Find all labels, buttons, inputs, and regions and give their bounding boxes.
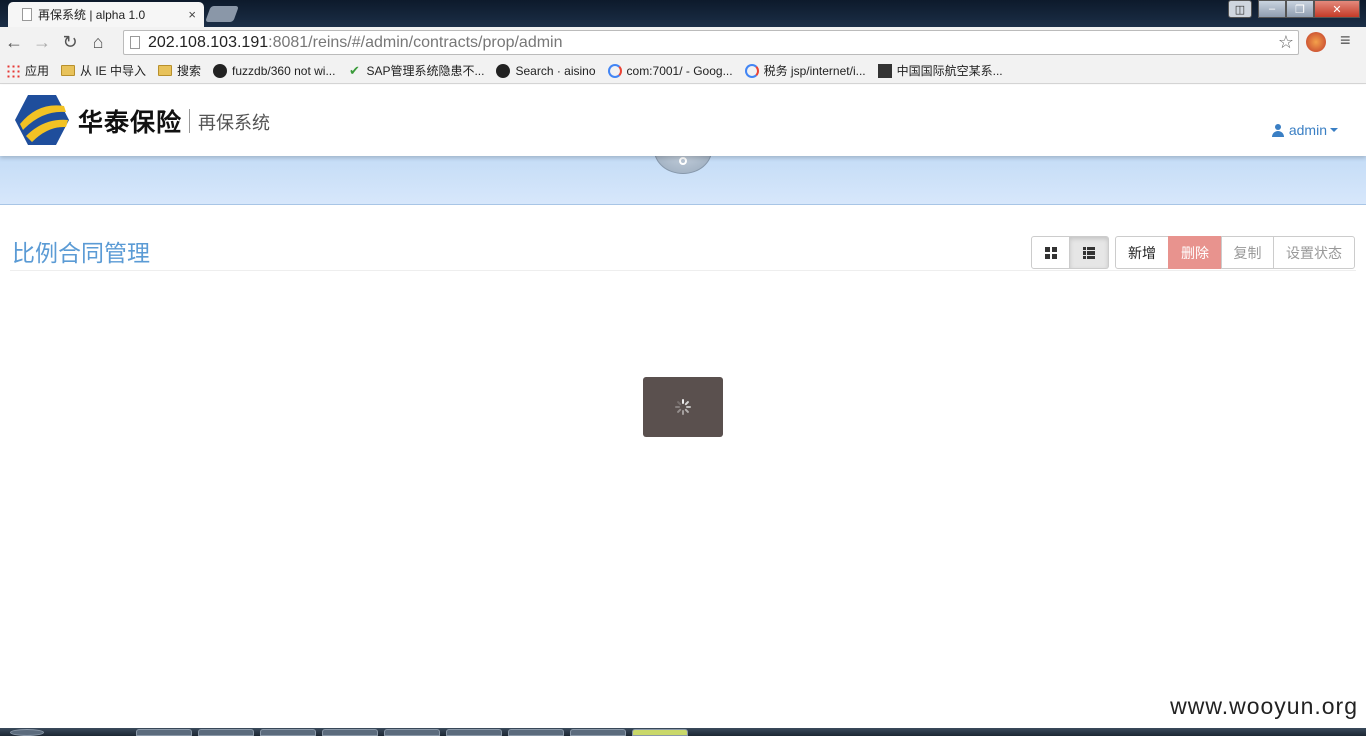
bookmark-fuzzdb[interactable]: fuzzdb/360 not wi... <box>213 63 335 78</box>
github-icon <box>213 63 228 78</box>
list-view-button[interactable] <box>1070 236 1109 269</box>
minimize-button[interactable]: – <box>1258 0 1286 18</box>
delete-button[interactable]: 删除 <box>1168 236 1222 269</box>
tab-close-icon[interactable]: × <box>188 7 196 22</box>
new-tab-button[interactable] <box>205 6 239 22</box>
folder-icon <box>158 65 173 76</box>
chrome-menu-icon[interactable]: ≡ <box>1340 30 1351 51</box>
tab-title: 再保系统 | alpha 1.0 <box>38 8 146 22</box>
user-name: admin <box>1288 122 1327 138</box>
taskbar-item[interactable] <box>508 729 564 736</box>
apps-icon <box>6 63 20 78</box>
app-header: 华泰保险 再保系统 admin <box>0 85 1366 156</box>
user-icon <box>1271 123 1284 137</box>
bookmark-ie-import[interactable]: 从 IE 中导入 <box>61 62 146 79</box>
bookmark-airchina[interactable]: 中国国际航空某系... <box>877 62 1003 79</box>
extension-icon[interactable] <box>1306 32 1326 52</box>
address-bar[interactable]: 202.108.103.191:8081/reins/#/admin/contr… <box>123 30 1299 55</box>
bookmark-sap[interactable]: ✔ SAP管理系统隐患不... <box>347 62 484 79</box>
search-icon <box>679 157 687 165</box>
grid-view-button[interactable] <box>1031 236 1070 269</box>
taskbar-item[interactable] <box>446 729 502 736</box>
taskbar-item[interactable] <box>136 729 192 736</box>
taskbar-item[interactable] <box>322 729 378 736</box>
add-button[interactable]: 新增 <box>1115 236 1169 269</box>
bookmark-com7001[interactable]: com:7001/ - Goog... <box>607 63 733 78</box>
bookmark-apps[interactable]: 应用 <box>6 62 49 79</box>
browser-toolbar: ← → ↻ ⌂ 202.108.103.191:8081/reins/#/adm… <box>0 27 1366 58</box>
logo-text: 华泰保险 <box>78 108 183 137</box>
close-window-button[interactable]: ✕ <box>1314 0 1360 18</box>
google-icon <box>744 63 759 78</box>
watermark: www.wooyun.org <box>1170 693 1358 719</box>
caret-down-icon <box>1330 128 1338 132</box>
window-controls: ◫ – ❐ ✕ <box>1228 0 1360 18</box>
logo-separator <box>189 109 190 133</box>
browser-tabstrip: 再保系统 | alpha 1.0 × ◫ – ❐ ✕ <box>0 0 1366 27</box>
spinner-icon <box>675 399 691 415</box>
loading-overlay <box>643 377 723 437</box>
taskbar-item[interactable] <box>198 729 254 736</box>
bookmark-star-icon[interactable]: ☆ <box>1278 32 1294 53</box>
copy-button[interactable]: 复制 <box>1221 236 1274 269</box>
view-toggle-group <box>1031 236 1109 269</box>
bookmark-aisino[interactable]: Search · aisino <box>496 63 596 78</box>
maximize-button[interactable]: ❐ <box>1286 0 1314 18</box>
taskbar-item-active[interactable] <box>632 729 688 736</box>
start-button[interactable] <box>10 729 44 736</box>
os-taskbar <box>0 728 1366 736</box>
system-name: 再保系统 <box>198 113 270 133</box>
title-divider <box>10 270 1356 271</box>
action-button-group: 新增 删除 复制 设置状态 <box>1115 236 1355 269</box>
bookmarks-bar: 应用 从 IE 中导入 搜索 fuzzdb/360 not wi... ✔ SAP… <box>0 58 1366 84</box>
list-icon <box>1083 246 1095 259</box>
huatai-logo-icon <box>15 95 69 145</box>
taskbar-item[interactable] <box>384 729 440 736</box>
folder-icon <box>61 65 76 76</box>
site-icon <box>877 63 892 78</box>
document-icon <box>22 8 32 21</box>
url-host: 202.108.103.191 <box>148 33 269 51</box>
bookmark-tax[interactable]: 税务 jsp/internet/i... <box>744 62 866 79</box>
taskbar-item[interactable] <box>570 729 626 736</box>
google-icon <box>607 63 622 78</box>
back-button[interactable]: ← <box>0 32 28 53</box>
check-icon: ✔ <box>349 62 360 78</box>
forward-button[interactable]: → <box>28 32 56 53</box>
profile-icon[interactable]: ◫ <box>1228 0 1252 18</box>
taskbar-item[interactable] <box>260 729 316 736</box>
url-path: :8081/reins/#/admin/contracts/prop/admin <box>268 33 563 51</box>
browser-tab[interactable]: 再保系统 | alpha 1.0 × <box>8 2 204 27</box>
user-menu[interactable]: admin <box>1271 122 1338 138</box>
grid-icon <box>1044 246 1057 259</box>
page-icon <box>130 36 140 49</box>
search-panel <box>0 126 1366 205</box>
page-title: 比例合同管理 <box>12 240 150 266</box>
set-status-button[interactable]: 设置状态 <box>1273 236 1355 269</box>
home-button[interactable]: ⌂ <box>84 32 112 53</box>
bookmark-search[interactable]: 搜索 <box>158 62 201 79</box>
github-icon <box>496 63 511 78</box>
reload-button[interactable]: ↻ <box>56 32 84 53</box>
